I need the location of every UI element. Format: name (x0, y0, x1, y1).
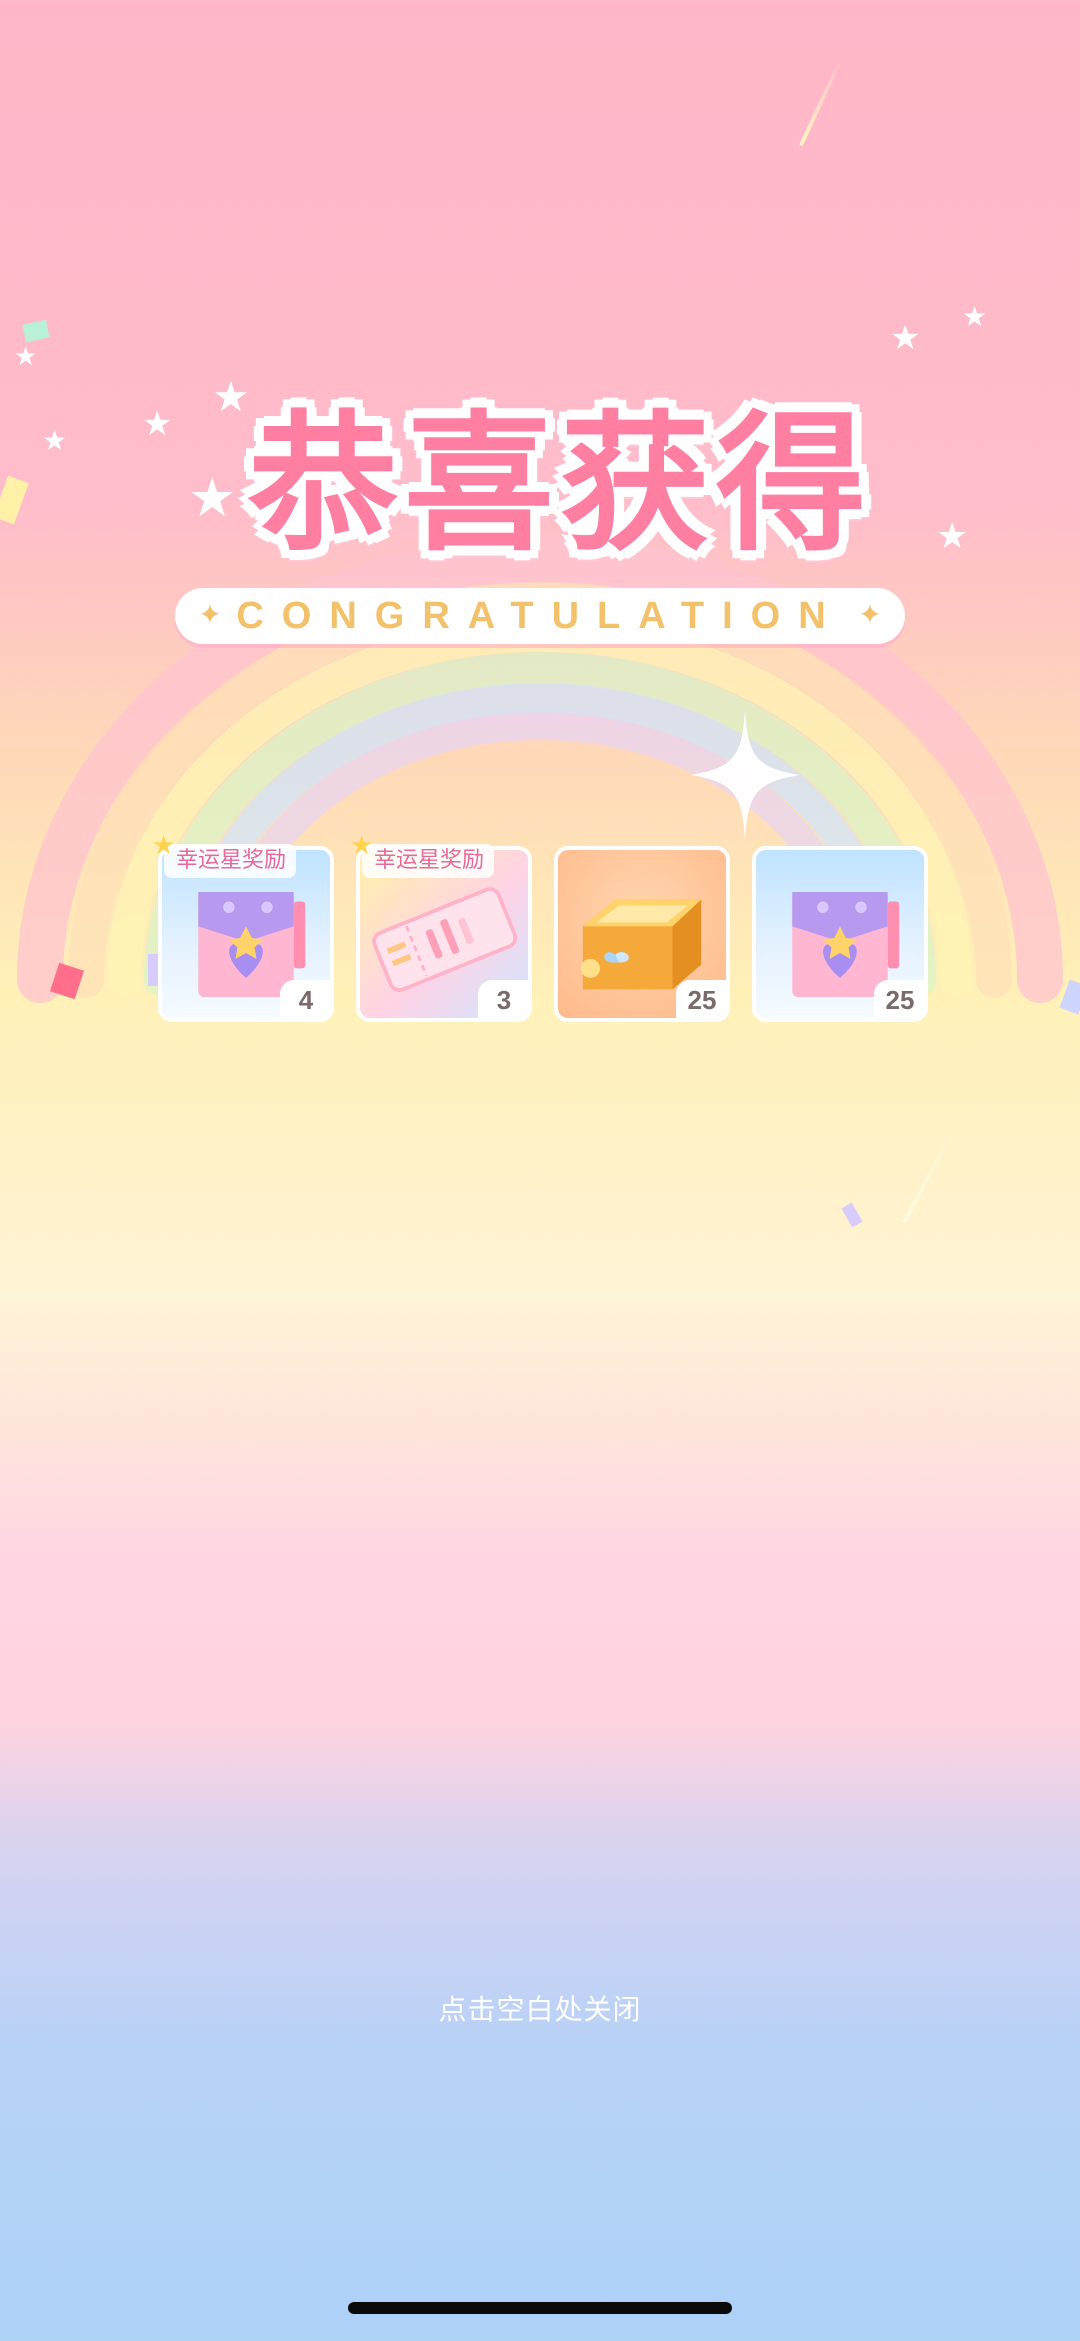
subtitle-pill: ✦ CONGRATULATION ✦ (175, 588, 905, 644)
sparkle-icon: ✦ (858, 598, 882, 631)
subtitle: CONGRATULATION (236, 595, 844, 637)
star-icon: ★ (14, 342, 38, 372)
reward-item[interactable]: 25 (752, 846, 928, 1022)
reward-count: 25 (676, 980, 728, 1020)
tag-label: 幸运星奖励 (374, 848, 485, 873)
reward-list: 4 ★ 幸运星奖励 3 ★ 幸运星奖励 25 25 (152, 833, 932, 1026)
confetti-decoration (841, 1202, 863, 1228)
lucky-star-tag: ★ 幸运星奖励 (152, 833, 297, 878)
reward-count: 4 (280, 980, 332, 1020)
star-icon: ★ (936, 516, 969, 557)
star-icon: ★ (350, 831, 374, 861)
reward-item[interactable]: 25 (554, 846, 730, 1022)
reward-count: 25 (874, 980, 926, 1020)
sparkle-icon (690, 710, 800, 840)
reward-item[interactable]: 3 ★ 幸运星奖励 (350, 833, 532, 1022)
tag-label: 幸运星奖励 (176, 848, 287, 873)
lucky-star-tag: ★ 幸运星奖励 (350, 833, 495, 878)
home-indicator[interactable] (348, 2302, 732, 2314)
star-icon: ★ (890, 318, 921, 358)
reward-count: 3 (478, 980, 530, 1020)
confetti-decoration (799, 53, 845, 147)
star-icon: ★ (142, 404, 173, 444)
star-icon: ★ (962, 300, 988, 333)
star-icon: ★ (42, 424, 68, 457)
star-icon: ★ (188, 466, 237, 529)
star-icon: ★ (152, 831, 176, 861)
close-hint[interactable]: 点击空白处关闭 (0, 1988, 1080, 2028)
reward-item[interactable]: 4 ★ 幸运星奖励 (152, 833, 334, 1022)
page-title: 恭喜获得 (247, 398, 872, 572)
